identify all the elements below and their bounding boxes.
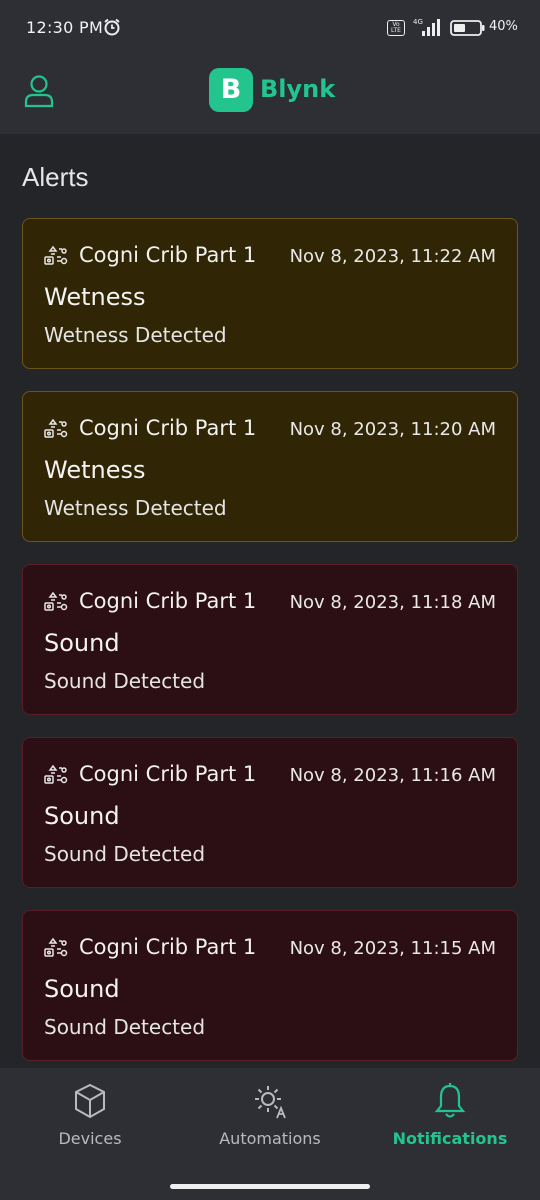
status-time: 12:30 PM <box>26 18 104 37</box>
nav-label: Devices <box>58 1129 122 1148</box>
alert-message: Wetness Detected <box>44 496 227 520</box>
home-indicator[interactable] <box>170 1184 370 1189</box>
alert-timestamp: Nov 8, 2023, 11:16 AM <box>289 765 496 786</box>
bottom-nav: Devices Automations Notifications <box>0 1068 540 1200</box>
app-name: Blynk <box>260 75 336 103</box>
status-bar: 12:30 PM Vo LTE 4G 40% <box>0 0 540 58</box>
alert-device-name: Cogni Crib Part 1 <box>79 589 257 613</box>
nav-label: Automations <box>219 1129 321 1148</box>
alert-device-name: Cogni Crib Part 1 <box>79 762 257 786</box>
alert-card[interactable]: Cogni Crib Part 1 Nov 8, 2023, 11:16 AM … <box>22 737 518 888</box>
alert-device-name: Cogni Crib Part 1 <box>79 243 257 267</box>
bell-icon <box>434 1083 466 1118</box>
sun-a-icon <box>255 1086 286 1119</box>
nav-automations[interactable]: Automations <box>180 1068 360 1164</box>
alert-list: Cogni Crib Part 1 Nov 8, 2023, 11:22 AM … <box>22 218 518 1083</box>
nav-devices[interactable]: Devices <box>0 1068 180 1164</box>
page-title: Alerts <box>22 162 89 192</box>
device-icon <box>44 419 68 438</box>
alert-card[interactable]: Cogni Crib Part 1 Nov 8, 2023, 11:15 AM … <box>22 910 518 1061</box>
alert-title: Wetness <box>44 456 146 484</box>
blynk-logo: B <box>209 68 253 112</box>
alert-title: Wetness <box>44 283 146 311</box>
nav-label: Notifications <box>392 1129 508 1148</box>
battery-icon <box>450 20 485 36</box>
alert-message: Sound Detected <box>44 842 206 866</box>
app-header: B Blynk <box>0 58 540 134</box>
alert-message: Sound Detected <box>44 669 206 693</box>
alert-title: Sound <box>44 975 120 1003</box>
alert-message: Sound Detected <box>44 1015 206 1039</box>
network-label: 4G <box>413 18 423 26</box>
alert-message: Wetness Detected <box>44 323 227 347</box>
cube-icon <box>75 1083 105 1119</box>
signal-icon: 4G <box>413 18 440 36</box>
alarm-icon <box>104 18 120 36</box>
device-icon <box>44 938 68 957</box>
alert-timestamp: Nov 8, 2023, 11:22 AM <box>289 246 496 267</box>
alert-card[interactable]: Cogni Crib Part 1 Nov 8, 2023, 11:18 AM … <box>22 564 518 715</box>
alert-card[interactable]: Cogni Crib Part 1 Nov 8, 2023, 11:22 AM … <box>22 218 518 369</box>
device-icon <box>44 765 68 784</box>
nav-notifications[interactable]: Notifications <box>360 1068 540 1164</box>
alert-timestamp: Nov 8, 2023, 11:15 AM <box>289 938 496 959</box>
alert-title: Sound <box>44 629 120 657</box>
alert-title: Sound <box>44 802 120 830</box>
volte-badge: Vo LTE <box>387 20 405 36</box>
device-icon <box>44 246 68 265</box>
alert-device-name: Cogni Crib Part 1 <box>79 416 257 440</box>
battery-percentage: 40% <box>489 19 518 34</box>
alert-timestamp: Nov 8, 2023, 11:20 AM <box>289 419 496 440</box>
alert-card[interactable]: Cogni Crib Part 1 Nov 8, 2023, 11:20 AM … <box>22 391 518 542</box>
alert-device-name: Cogni Crib Part 1 <box>79 935 257 959</box>
alert-timestamp: Nov 8, 2023, 11:18 AM <box>289 592 496 613</box>
profile-icon[interactable] <box>24 74 54 108</box>
device-icon <box>44 592 68 611</box>
